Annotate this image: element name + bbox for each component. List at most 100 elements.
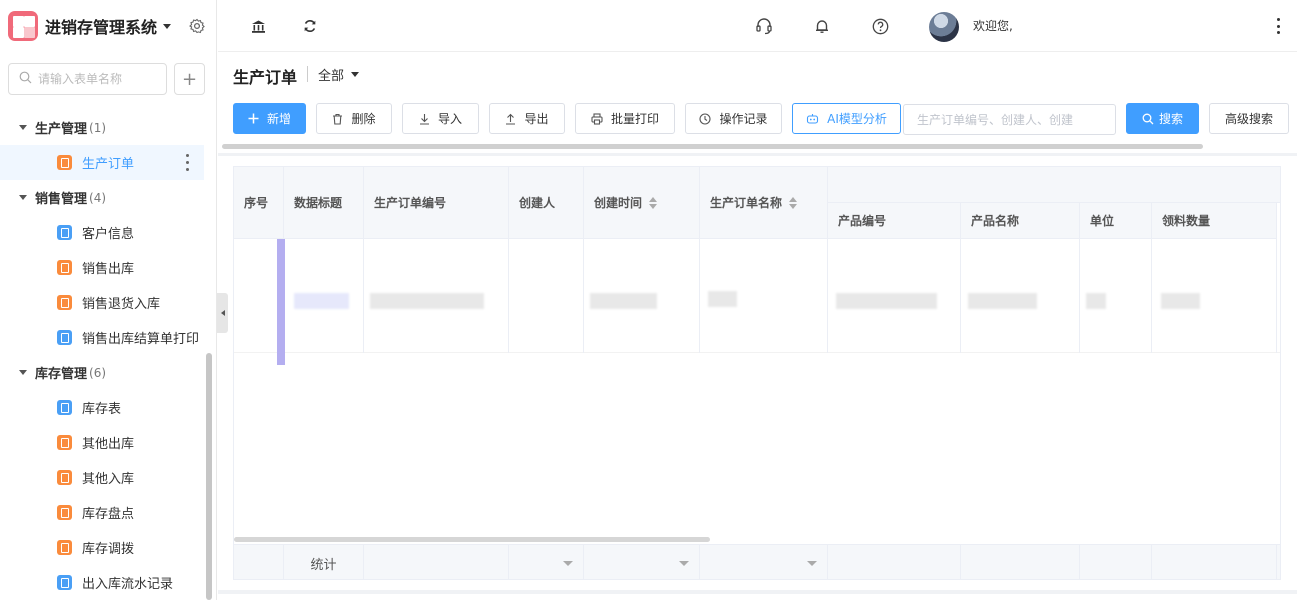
sidebar-item-label: 库存调拨 — [82, 542, 135, 557]
sidebar-item-sales-return[interactable]: 销售退货入库 — [0, 285, 204, 320]
sidebar-item-sales-settlement-print[interactable]: 销售出库结算单打印 — [0, 320, 204, 355]
sidebar-item-other-in[interactable]: 其他入库 — [0, 460, 204, 495]
table-cell — [284, 239, 364, 353]
form-icon — [57, 470, 72, 485]
history-button-label: 操作记录 — [719, 112, 768, 126]
sidebar-item-other-out[interactable]: 其他出库 — [0, 425, 204, 460]
import-button-label: 导入 — [437, 112, 462, 126]
upload-icon — [505, 113, 516, 125]
history-button[interactable]: 操作记录 — [685, 103, 782, 134]
group-production[interactable]: 生产管理 (1) — [0, 110, 204, 145]
column-header-order-name[interactable]: 生产订单名称 — [700, 167, 828, 239]
caret-down-icon — [807, 561, 817, 566]
blurred-value — [836, 293, 937, 309]
add-button-label: 新增 — [266, 112, 291, 126]
advanced-search-button-label: 高级搜索 — [1224, 112, 1273, 126]
table-row[interactable] — [234, 239, 1280, 365]
batch-print-button[interactable]: 批量打印 — [575, 103, 675, 134]
advanced-search-button[interactable]: 高级搜索 — [1209, 103, 1289, 134]
sidebar-item-label: 其他入库 — [82, 472, 135, 487]
ai-analysis-button-label: AI模型分析 — [827, 112, 887, 126]
summary-dropdown[interactable] — [700, 545, 828, 579]
blurred-value — [968, 293, 1037, 309]
bell-icon[interactable] — [813, 17, 831, 35]
group-inventory[interactable]: 库存管理 (6) — [0, 355, 204, 390]
table-cell — [364, 239, 509, 353]
form-icon — [57, 260, 72, 275]
column-header-creator[interactable]: 创建人 — [509, 167, 584, 239]
add-button[interactable]: 新增 — [233, 103, 306, 134]
ai-analysis-button[interactable]: AI模型分析 — [792, 103, 901, 134]
sidebar-scrollbar[interactable] — [206, 353, 212, 600]
form-icon — [57, 330, 72, 345]
more-options-icon[interactable] — [186, 154, 190, 171]
sort-icon[interactable] — [789, 196, 798, 209]
view-selector[interactable]: 全部 — [318, 65, 360, 84]
table-cell — [584, 239, 700, 353]
chevron-down-icon — [163, 23, 172, 29]
column-header-label: 单位 — [1090, 214, 1115, 228]
sidebar: 进销存管理系统 + 生产管理 (1) 生产订单 销售管理 (4) — [0, 0, 217, 600]
column-header-unit[interactable]: 单位 — [1080, 203, 1152, 239]
summary-dropdown[interactable] — [509, 545, 584, 579]
table-cell — [700, 239, 828, 353]
order-search-box[interactable] — [903, 104, 1116, 135]
form-search-input[interactable] — [38, 72, 156, 86]
blurred-value — [1161, 293, 1200, 309]
table-scrollbar[interactable] — [234, 537, 710, 542]
sidebar-item-label: 生产订单 — [82, 157, 135, 172]
sidebar-item-stock-transfer[interactable]: 库存调拨 — [0, 530, 204, 565]
help-icon[interactable] — [871, 17, 889, 35]
app-brand[interactable]: 进销存管理系统 — [8, 11, 172, 41]
column-header-data-title[interactable]: 数据标题 — [284, 167, 364, 239]
column-header-pick-qty[interactable]: 领料数量 — [1152, 203, 1277, 239]
refresh-icon[interactable] — [301, 17, 319, 35]
more-vertical-icon[interactable] — [1276, 18, 1280, 34]
search-button[interactable]: 搜索 — [1126, 103, 1199, 134]
avatar[interactable] — [929, 12, 959, 42]
sidebar-item-label: 销售退货入库 — [82, 297, 161, 312]
headset-icon[interactable] — [755, 17, 773, 35]
column-header-label: 产品名称 — [971, 214, 1020, 228]
table-cell — [961, 239, 1080, 353]
summary-cell — [234, 545, 284, 579]
summary-cell — [1152, 545, 1277, 579]
blurred-value — [294, 293, 349, 309]
blurred-value — [370, 293, 484, 309]
order-search-input[interactable] — [917, 112, 1107, 127]
sidebar-item-label: 客户信息 — [82, 227, 135, 242]
gear-icon[interactable] — [189, 18, 205, 34]
sidebar-item-stock-flow[interactable]: 出入库流水记录 — [0, 565, 204, 600]
sort-icon[interactable] — [649, 196, 658, 209]
add-form-button[interactable]: + — [174, 63, 205, 95]
form-search-box[interactable] — [8, 63, 167, 95]
group-count: (4) — [89, 190, 107, 205]
table-cell — [509, 239, 584, 353]
column-header-product-name[interactable]: 产品名称 — [961, 203, 1080, 239]
sidebar-item-label: 销售出库 — [82, 262, 135, 277]
sidebar-item-customer-info[interactable]: 客户信息 — [0, 215, 204, 250]
import-button[interactable]: 导入 — [402, 103, 479, 134]
caret-down-icon — [679, 561, 689, 566]
column-header-created-at[interactable]: 创建时间 — [584, 167, 700, 239]
search-button-label: 搜索 — [1158, 112, 1183, 126]
clock-icon — [699, 112, 712, 125]
sidebar-item-production-order[interactable]: 生产订单 — [0, 145, 204, 180]
toolbar-scrollbar[interactable] — [222, 144, 1203, 149]
column-header-order-no[interactable]: 生产订单编号 — [364, 167, 509, 239]
summary-dropdown[interactable] — [584, 545, 700, 579]
column-header-label: 生产订单名称 — [710, 196, 783, 210]
column-group-header — [828, 167, 1280, 203]
column-header-product-no[interactable]: 产品编号 — [828, 203, 961, 239]
group-sales[interactable]: 销售管理 (4) — [0, 180, 204, 215]
sidebar-item-inventory-table[interactable]: 库存表 — [0, 390, 204, 425]
sidebar-collapse-handle[interactable] — [217, 293, 228, 333]
sidebar-item-stocktaking[interactable]: 库存盘点 — [0, 495, 204, 530]
bank-icon[interactable] — [249, 17, 267, 35]
delete-button[interactable]: 删除 — [316, 103, 392, 134]
top-bar: 欢迎您, — [218, 0, 1297, 52]
export-button[interactable]: 导出 — [489, 103, 565, 134]
robot-icon — [806, 113, 819, 125]
form-icon — [57, 400, 72, 415]
sidebar-item-sales-out[interactable]: 销售出库 — [0, 250, 204, 285]
